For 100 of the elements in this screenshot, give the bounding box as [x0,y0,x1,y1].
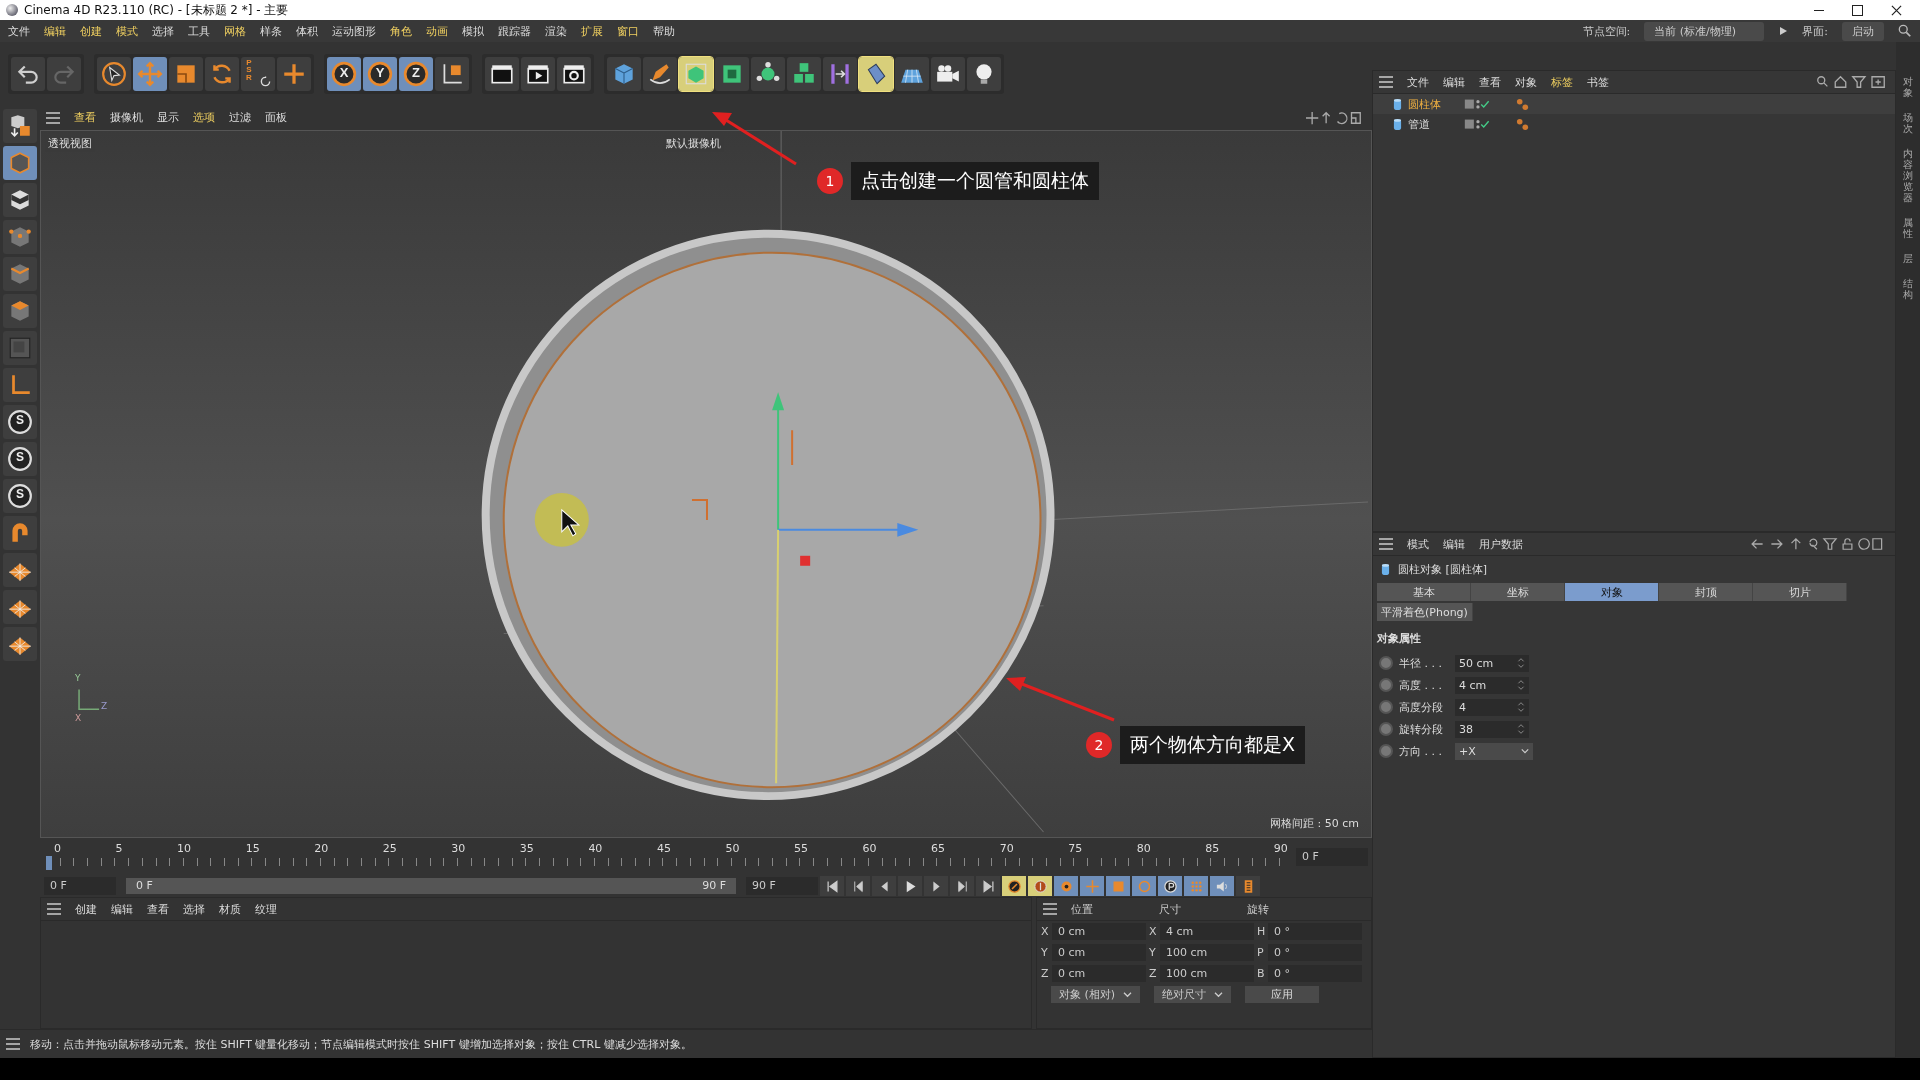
direction-dropdown[interactable]: +X [1455,742,1533,760]
menu-icon[interactable] [47,903,61,915]
material-menu-item[interactable]: 纹理 [255,901,277,917]
object-menu-item[interactable]: 编辑 [1443,74,1465,90]
menu-item[interactable]: 模拟 [462,23,484,39]
cloner-button[interactable] [751,56,785,91]
material-menu-item[interactable]: 创建 [75,901,97,917]
size-field[interactable]: 100 cm [1160,944,1254,961]
animation-radio[interactable] [1379,744,1393,758]
menu-item[interactable]: 选择 [152,23,174,39]
viewport-menu-item[interactable]: 查看 [74,110,96,125]
menu-item[interactable]: 创建 [80,23,102,39]
menu-item[interactable]: 渲染 [545,23,567,39]
layout-dropdown[interactable]: 启动 [1842,21,1884,41]
light-bulb-button[interactable] [967,56,1001,91]
keyframe-button[interactable] [1158,876,1182,896]
axis-corner-button[interactable] [3,368,37,402]
timeline-ruler[interactable]: 0 5 10 15 20 25 30 35 40 45 50 55 60 65 70 75 80 85 90 [46,841,1290,872]
scale-button[interactable] [169,56,203,91]
number-field[interactable]: 50 cm [1455,654,1529,672]
search-icon[interactable] [1898,24,1912,38]
material-menu-item[interactable]: 编辑 [111,901,133,917]
menu-icon[interactable] [1379,76,1393,88]
cubes-button[interactable] [787,56,821,91]
grid-button[interactable] [3,590,37,624]
restore-icon[interactable] [1852,4,1863,16]
playback-button[interactable] [950,876,974,896]
snap-button[interactable]: S [3,405,37,439]
node-space-dropdown[interactable]: 当前 (标准/物理) [1644,21,1765,41]
floor-button[interactable] [895,56,929,91]
menu-item[interactable]: 样条 [260,23,282,39]
make-editable-button[interactable] [3,109,37,143]
axis-button[interactable]: Z [399,56,433,91]
record-button[interactable] [1002,876,1026,896]
menu-item[interactable]: 体积 [296,23,318,39]
side-tab[interactable]: 结构 [1903,278,1913,300]
menu-icon[interactable] [1043,903,1057,915]
menu-item[interactable]: 运动图形 [332,23,376,39]
tab[interactable]: 坐标 [1471,583,1565,601]
axis-button[interactable]: Y [363,56,397,91]
pointer-button[interactable] [97,56,131,91]
camera-label[interactable]: 默认摄像机 [663,135,724,152]
close-icon[interactable] [1891,4,1902,16]
coordinate-button[interactable] [435,56,469,91]
apply-button[interactable]: 应用 [1245,986,1320,1003]
attributes-menu-item[interactable]: 用户数据 [1479,536,1523,552]
menu-item[interactable]: 文件 [8,23,30,39]
render-button[interactable] [521,56,555,91]
tab[interactable]: 基本 [1377,583,1471,601]
polygons-button[interactable] [3,294,37,328]
rotation-field[interactable]: 0 ° [1268,923,1362,940]
viewport-menu-item[interactable]: 显示 [157,110,179,125]
menu-item[interactable]: 工具 [188,23,210,39]
rotation-field[interactable]: 0 ° [1268,944,1362,961]
object-menu-item[interactable]: 对象 [1515,74,1537,90]
menu-item[interactable]: 网格 [224,23,246,39]
object-menu-item[interactable]: 查看 [1479,74,1501,90]
position-field[interactable]: 0 cm [1052,923,1146,940]
number-field[interactable]: 4 cm [1455,676,1529,694]
render-settings-button[interactable] [557,56,591,91]
menu-icon[interactable] [6,1038,20,1050]
menu-item[interactable]: 窗口 [617,23,639,39]
menu-item[interactable]: 跟踪器 [498,23,531,39]
position-field[interactable]: 0 cm [1052,944,1146,961]
snap-button[interactable]: S [3,479,37,513]
camera-button[interactable] [931,56,965,91]
tab[interactable]: 封顶 [1659,583,1753,601]
material-menu-item[interactable]: 选择 [183,901,205,917]
snap-button[interactable]: S [3,442,37,476]
playback-button[interactable] [846,876,870,896]
viewport-menu-item[interactable]: 摄像机 [110,110,143,125]
current-frame-field[interactable]: 0 F [1296,847,1368,866]
menu-item[interactable]: 编辑 [44,23,66,39]
move-button[interactable] [133,56,167,91]
menu-icon[interactable] [46,111,60,124]
deformer-button[interactable] [859,56,893,91]
grid-button[interactable] [3,553,37,587]
symmetry-button[interactable] [823,56,857,91]
object-menu-item[interactable]: 标签 [1551,74,1573,90]
object-menu-item[interactable]: 书签 [1587,74,1609,90]
tag-icon[interactable] [1516,117,1529,131]
menu-item[interactable]: 角色 [390,23,412,39]
position-field[interactable]: 0 cm [1052,965,1146,982]
extrude-button[interactable] [715,56,749,91]
tab[interactable]: 平滑着色(Phong) [1377,603,1473,621]
tab[interactable]: 切片 [1753,583,1847,601]
side-tab[interactable]: 内容浏览器 [1903,148,1913,203]
material-menu-item[interactable]: 查看 [147,901,169,917]
clapperboard-button[interactable] [485,56,519,91]
size-mode-dropdown[interactable]: 绝对尺寸 [1154,986,1232,1003]
playback-button[interactable] [820,876,844,896]
side-tab[interactable]: 场次 [1903,112,1913,134]
minimize-icon[interactable] [1814,9,1824,11]
end-frame-field[interactable]: 90 F [746,877,818,895]
menu-item[interactable]: 动画 [426,23,448,39]
tag-icon[interactable] [1516,97,1529,111]
number-field[interactable]: 4 [1455,698,1529,716]
playback-button[interactable] [924,876,948,896]
playback-button[interactable] [976,876,1000,896]
animation-radio[interactable] [1379,678,1393,692]
